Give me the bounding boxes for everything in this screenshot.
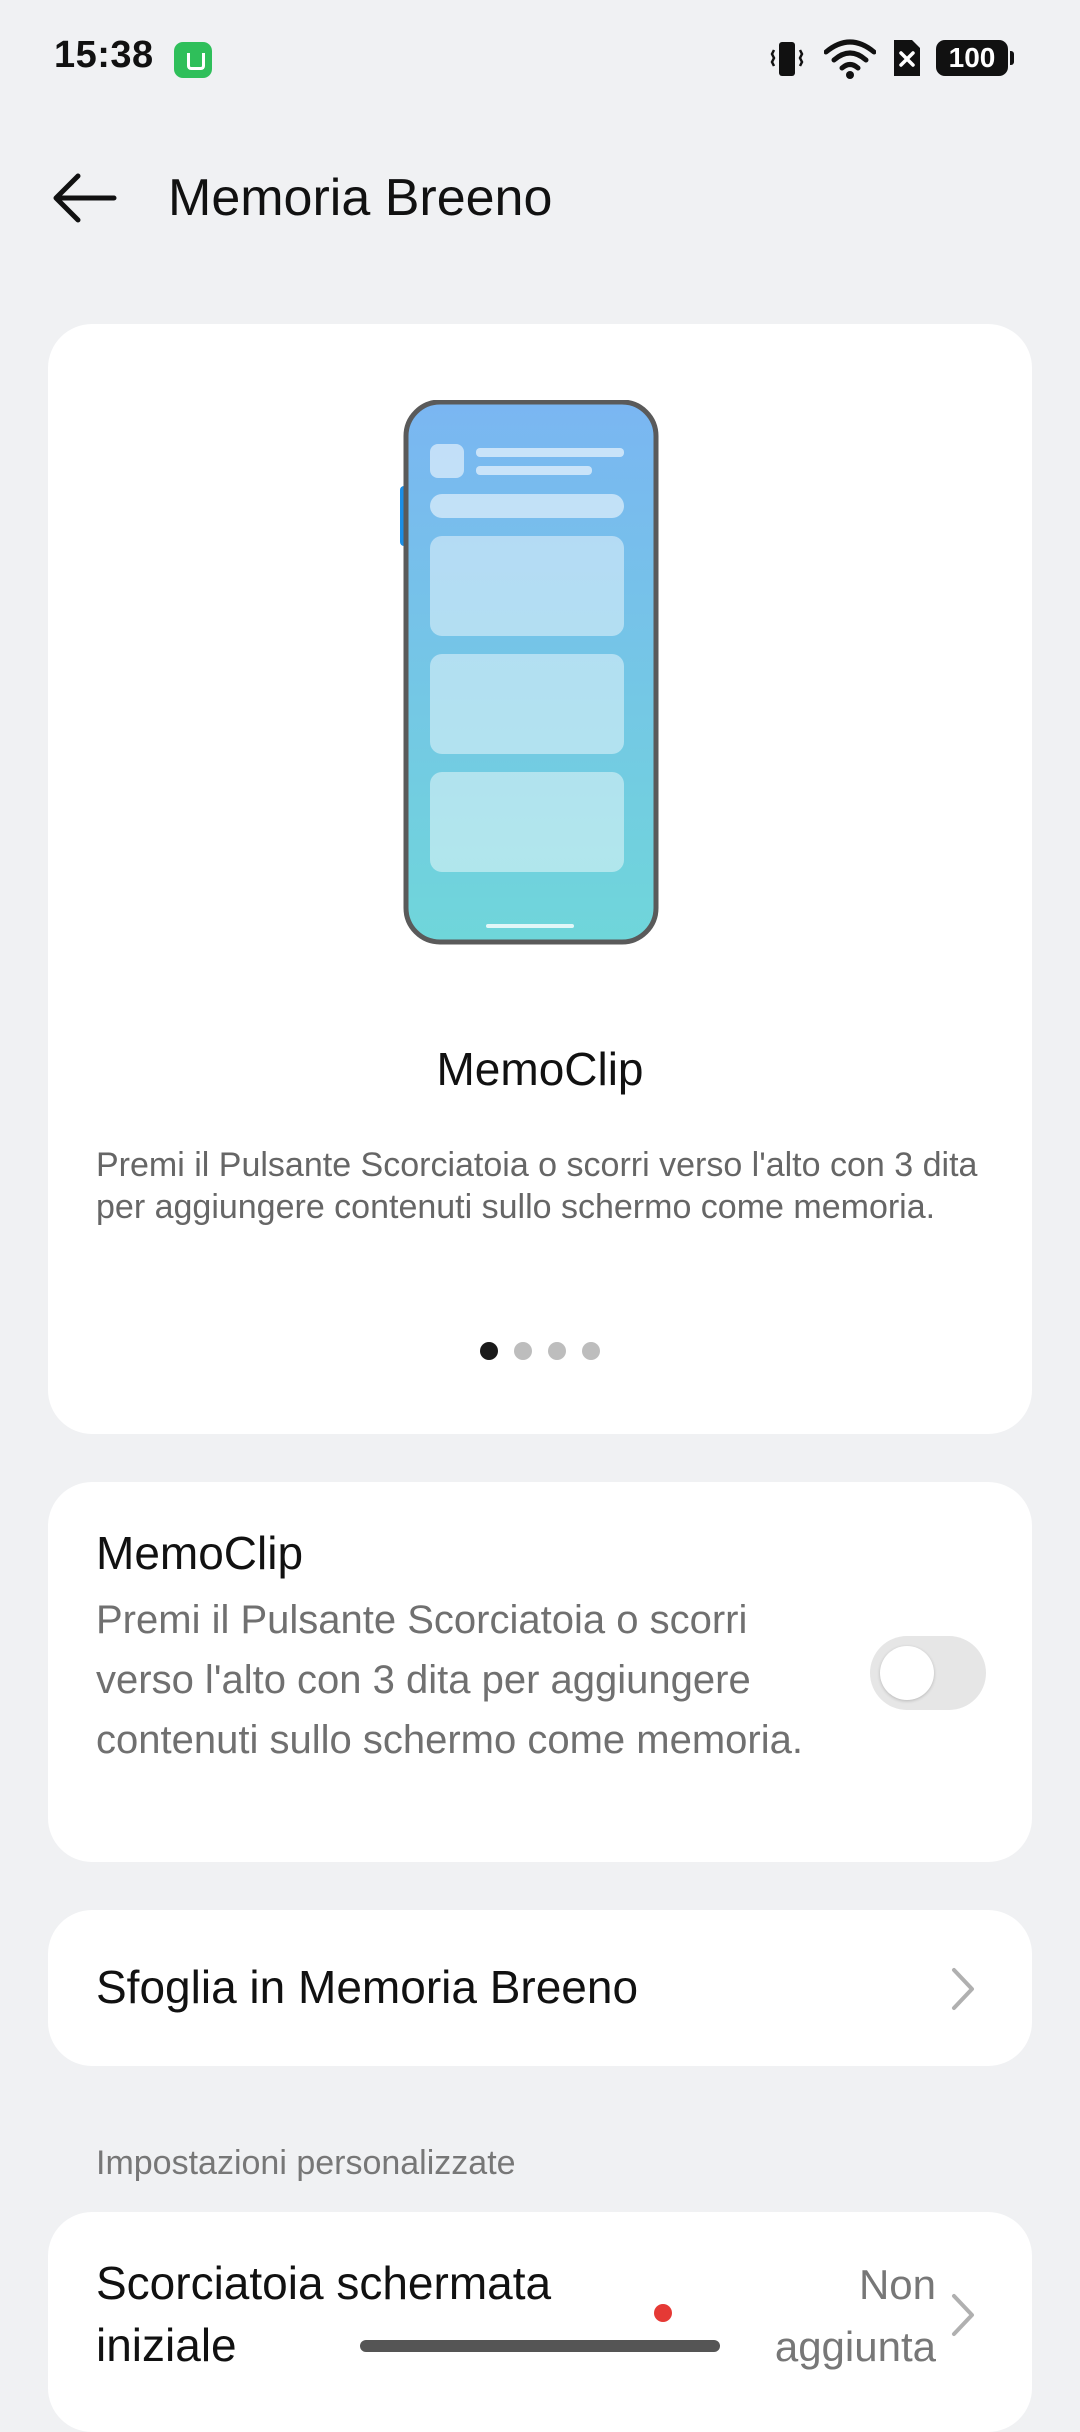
feature-carousel[interactable]: MemoClip Premi il Pulsante Scorciatoia o…	[48, 324, 1032, 1434]
page-title: Memoria Breeno	[168, 169, 553, 227]
home-shortcut-row[interactable]: Scorciatoia schermata iniziale Non aggiu…	[48, 2212, 1032, 2432]
toggle-knob	[880, 1646, 934, 1700]
browse-memory-row[interactable]: Sfoglia in Memoria Breeno	[48, 1910, 1032, 2066]
memoclip-setting-title: MemoClip	[96, 1527, 304, 1579]
chevron-right-icon	[952, 2294, 974, 2336]
page-dot-1[interactable]	[480, 1342, 498, 1360]
arrow-left-icon[interactable]	[50, 168, 120, 228]
status-bar: 15:38 100	[0, 0, 1080, 120]
recording-indicator	[654, 2304, 672, 2322]
battery-icon: 100	[936, 40, 1014, 76]
sim-blocked-icon	[894, 40, 920, 76]
phone-illustration	[400, 400, 659, 945]
gesture-navigation-bar[interactable]	[360, 2340, 720, 2352]
notification-app-icon	[174, 42, 212, 78]
page-indicator[interactable]	[48, 1342, 1032, 1365]
carousel-description: Premi il Pulsante Scorciatoia o scorri v…	[96, 1146, 978, 1226]
carousel-title: MemoClip	[436, 1043, 644, 1095]
page-dot-3[interactable]	[548, 1342, 566, 1360]
status-time: 15:38	[54, 34, 154, 76]
home-shortcut-label: Scorciatoia schermata iniziale	[96, 2257, 552, 2371]
home-shortcut-value: Non aggiunta	[774, 2261, 936, 2370]
memoclip-toggle-switch[interactable]	[870, 1636, 986, 1710]
wifi-icon	[824, 39, 876, 79]
section-header-custom-settings: Impostazioni personalizzate	[96, 2144, 516, 2182]
memoclip-setting-card: MemoClip Premi il Pulsante Scorciatoia o…	[48, 1482, 1032, 1862]
chevron-right-icon	[952, 1968, 974, 2010]
page-dot-2[interactable]	[514, 1342, 532, 1360]
browse-memory-label: Sfoglia in Memoria Breeno	[96, 1961, 639, 2013]
vibrate-icon	[770, 42, 804, 76]
page-dot-4[interactable]	[582, 1342, 600, 1360]
memoclip-setting-description: Premi il Pulsante Scorciatoia o scorri v…	[96, 1598, 803, 1762]
